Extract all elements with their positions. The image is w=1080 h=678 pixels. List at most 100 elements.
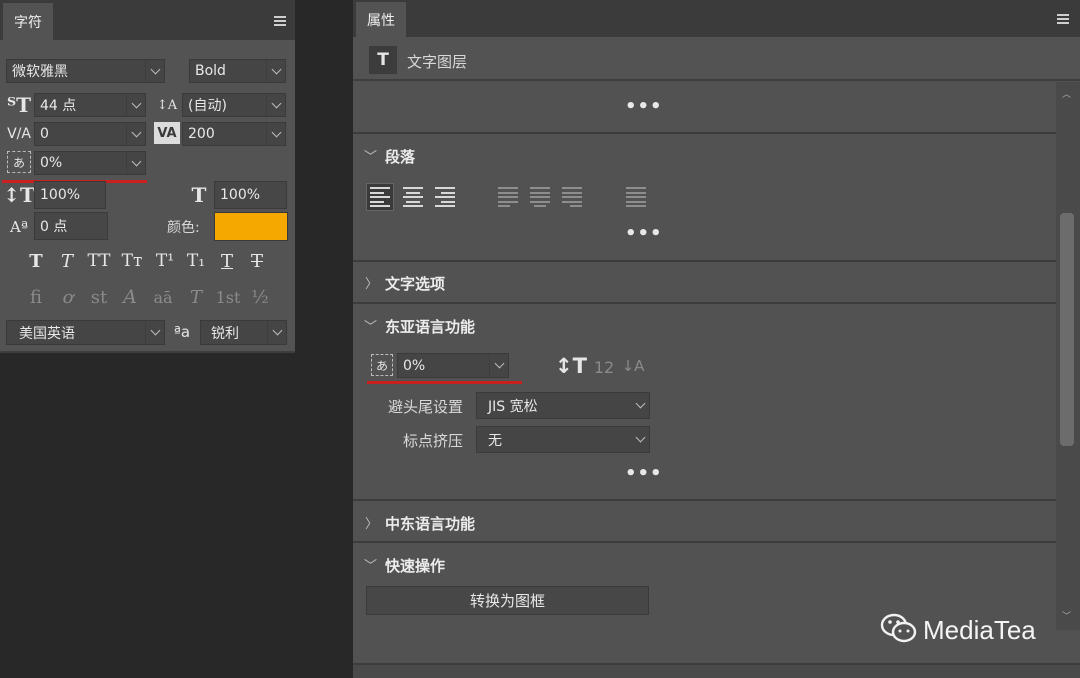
faux-bold-icon[interactable]: T xyxy=(24,250,48,272)
section-text-options-title[interactable]: 文字选项 xyxy=(385,273,445,294)
chevron-down-icon xyxy=(126,94,145,116)
baseline-shift-icon: Aª xyxy=(10,218,28,236)
ordinals-icon[interactable]: 1st xyxy=(214,286,242,308)
leading-value: (自动) xyxy=(188,98,227,114)
chevron-down-icon xyxy=(126,152,145,174)
section-middle-eastern-title[interactable]: 中东语言功能 xyxy=(385,513,475,534)
tracking-select[interactable]: 200 xyxy=(182,122,286,146)
more-options-icon[interactable]: ••• xyxy=(625,96,663,117)
chevron-down-icon xyxy=(145,60,164,82)
wechat-logo-icon xyxy=(880,612,918,644)
kerning-icon: V/A xyxy=(7,126,31,142)
tab-properties[interactable]: 属性 xyxy=(356,2,406,37)
chevron-down-icon[interactable]: ﹀ xyxy=(364,146,377,165)
underline-icon[interactable]: T xyxy=(215,250,239,272)
character-panel-bottom-border xyxy=(0,351,295,353)
more-options-icon[interactable]: ••• xyxy=(625,223,663,244)
section-divider xyxy=(353,132,1056,134)
chevron-down-icon xyxy=(267,321,286,344)
align-left-icon[interactable] xyxy=(366,183,394,211)
mojikumi-value: 无 xyxy=(488,432,502,449)
swash-icon[interactable]: A xyxy=(118,286,142,308)
vertical-baseline-icon[interactable]: ↓A xyxy=(621,354,645,378)
watermark-text: MediaTea xyxy=(923,615,1036,645)
all-caps-icon[interactable]: TT xyxy=(85,250,113,272)
font-family-select[interactable]: 微软雅黑 xyxy=(6,59,165,83)
mojikumi-label: 标点挤压 xyxy=(403,432,464,450)
panel-menu-icon[interactable] xyxy=(1057,14,1069,24)
justify-last-right-icon[interactable] xyxy=(559,184,585,210)
scroll-down-icon[interactable]: ﹀ xyxy=(1062,613,1072,622)
antialias-icon: ªa xyxy=(173,323,191,341)
kerning-select[interactable]: 0 xyxy=(34,122,146,146)
subscript-icon[interactable]: T₁ xyxy=(184,250,208,272)
tracking-value: 200 xyxy=(188,126,215,142)
superscript-icon[interactable]: T¹ xyxy=(153,250,177,272)
justify-last-left-icon[interactable] xyxy=(495,184,521,210)
fractions-icon[interactable]: ½ xyxy=(248,286,272,308)
vertical-scale-input[interactable]: 100% xyxy=(34,181,106,209)
tate-chu-yoko-icon[interactable]: 12 xyxy=(593,356,615,378)
chevron-down-icon[interactable]: ﹀ xyxy=(364,555,377,574)
tsume-value: 0% xyxy=(40,155,63,171)
language-value: 美国英语 xyxy=(19,325,75,342)
section-divider xyxy=(353,302,1056,304)
chevron-down-icon[interactable]: ﹀ xyxy=(364,316,377,335)
kinsoku-select[interactable]: JIS 宽松 xyxy=(476,392,650,419)
panel-bottom-bar xyxy=(353,663,1080,678)
antialias-value: 锐利 xyxy=(211,325,239,342)
chevron-down-icon xyxy=(266,60,285,82)
more-options-icon[interactable]: ••• xyxy=(625,463,663,484)
font-style-select[interactable]: Bold xyxy=(189,59,286,83)
section-divider xyxy=(353,499,1056,501)
horizontal-scale-input[interactable]: 100% xyxy=(214,181,287,209)
stylistic-alternates-icon[interactable]: aā xyxy=(149,286,177,308)
mojikumi-select[interactable]: 无 xyxy=(476,426,650,453)
chevron-right-icon[interactable]: 〉 xyxy=(365,513,378,532)
font-size-select[interactable]: 44 点 xyxy=(34,93,146,117)
kerning-value: 0 xyxy=(40,126,49,142)
kinsoku-value: JIS 宽松 xyxy=(488,398,538,415)
color-swatch[interactable] xyxy=(214,212,288,241)
align-center-icon[interactable] xyxy=(400,184,426,210)
justify-all-icon[interactable] xyxy=(623,184,649,210)
tsume-icon: あ xyxy=(7,151,31,173)
convert-to-frame-button[interactable]: 转换为图框 xyxy=(366,586,649,615)
section-east-asian-title[interactable]: 东亚语言功能 xyxy=(385,316,475,337)
align-right-icon[interactable] xyxy=(432,184,458,210)
chevron-down-icon xyxy=(145,321,164,344)
properties-tab-bar xyxy=(353,0,1080,37)
type-layer-icon: T xyxy=(369,46,397,74)
antialias-select[interactable]: 锐利 xyxy=(200,320,287,345)
chevron-right-icon[interactable]: 〉 xyxy=(365,273,378,292)
leading-select[interactable]: (自动) xyxy=(182,93,286,117)
vertical-scale-icon[interactable]: ↕T xyxy=(555,354,587,378)
justify-last-center-icon[interactable] xyxy=(527,184,553,210)
tsume-select[interactable]: 0% xyxy=(397,353,509,378)
language-select[interactable]: 美国英语 xyxy=(6,320,165,345)
contextual-alternates-icon[interactable]: ơ xyxy=(56,286,80,308)
section-quick-actions-title[interactable]: 快速操作 xyxy=(385,555,445,576)
scrollbar-thumb[interactable] xyxy=(1060,213,1074,446)
titling-alternates-icon[interactable]: T xyxy=(184,286,208,308)
horizontal-scale-value: 100% xyxy=(220,187,261,203)
section-paragraph-title[interactable]: 段落 xyxy=(385,146,415,167)
strikethrough-icon[interactable]: T xyxy=(245,250,269,272)
chevron-down-icon xyxy=(126,123,145,145)
font-size-icon: ᵀT xyxy=(7,93,31,117)
faux-italic-icon[interactable]: T xyxy=(55,250,79,272)
ligatures-icon[interactable]: fi xyxy=(24,286,48,308)
properties-panel: 属性 T 文字图层 ••• ﹀ 段落 ••• 〉 文字选项 ﹀ 东亚语言功能 あ… xyxy=(353,0,1080,678)
character-panel: 字符 微软雅黑 Bold ᵀT 44 点 ↕A (自动) V/A 0 VA 20… xyxy=(0,0,295,351)
tab-character[interactable]: 字符 xyxy=(3,3,53,40)
vertical-scale-icon: ↕T xyxy=(3,183,35,207)
kinsoku-label: 避头尾设置 xyxy=(388,398,464,416)
baseline-shift-input[interactable]: 0 点 xyxy=(34,212,108,240)
font-size-value: 44 点 xyxy=(40,98,77,114)
tsume-select[interactable]: 0% xyxy=(34,151,146,175)
panel-menu-icon[interactable] xyxy=(274,16,286,26)
leading-icon: ↕A xyxy=(156,97,178,113)
scroll-up-icon[interactable]: ︿ xyxy=(1062,91,1072,100)
discretionary-ligatures-icon[interactable]: st xyxy=(87,286,111,308)
small-caps-icon[interactable]: Tт xyxy=(119,250,145,272)
